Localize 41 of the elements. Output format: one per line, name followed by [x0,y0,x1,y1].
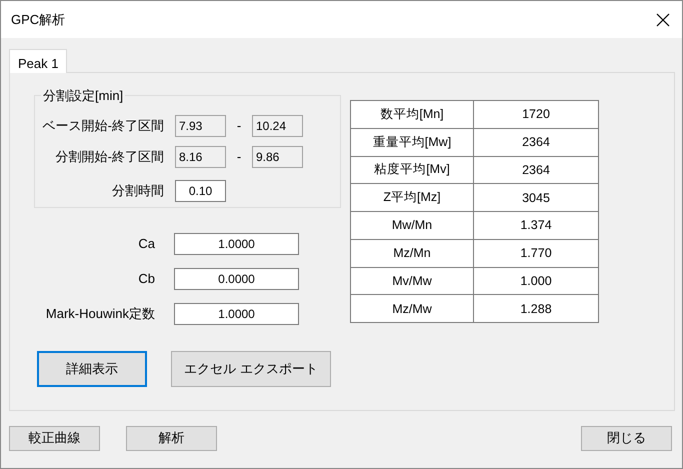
field-label: Cb [137,271,156,286]
start-field[interactable]: 8.16 [175,146,226,168]
field-label: 分割開始-終了区間 [54,148,165,166]
table-cell: Mw/Mn [350,212,474,240]
input-field[interactable]: 0.10 [175,180,226,202]
field-label: Mark-Houwink定数 [44,304,156,322]
table-cell: 1.770 [474,239,598,267]
table-cell: 2364 [474,156,598,184]
table-cell: Z平均[Mz] [350,184,474,212]
action-button[interactable]: エクセル エクスポート [171,351,331,387]
close-button[interactable]: 閉じる [581,426,672,450]
input-field[interactable]: 0.0000 [174,268,299,290]
field-label: ベース開始-終了区間 [42,116,165,134]
window-title: GPC解析 [11,10,66,28]
input-field[interactable]: 1.0000 [174,232,299,254]
action-button[interactable]: 詳細表示 [37,351,147,387]
start-field[interactable]: 7.93 [175,114,226,136]
table-cell: 1.000 [474,267,598,295]
table-cell: 1.288 [474,294,598,322]
range-separator: - [236,149,242,164]
end-field[interactable]: 10.24 [252,114,303,136]
table-cell: 3045 [474,184,598,212]
input-field[interactable]: 1.0000 [174,302,299,324]
group-title: 分割設定[min] [41,87,126,105]
footer-button[interactable]: 解析 [126,426,217,450]
table-cell: Mv/Mw [350,267,474,295]
table-cell: 粘度平均[Mv] [350,156,474,184]
field-label: 分割時間 [111,182,165,200]
table-cell: 1720 [474,100,598,128]
end-field[interactable]: 9.86 [252,146,303,168]
table-cell: 数平均[Mn] [350,100,474,128]
table-cell: Mz/Mn [350,239,474,267]
table-cell: 2364 [474,128,598,156]
footer-button[interactable]: 較正曲線 [9,426,100,450]
close-icon[interactable] [656,12,670,26]
tab[interactable]: Peak 1 [9,49,68,73]
field-label: Ca [137,236,156,251]
table-cell: 重量平均[Mw] [350,128,474,156]
range-separator: - [236,118,242,133]
table-cell: Mz/Mw [350,294,474,322]
table-cell: 1.374 [474,212,598,240]
